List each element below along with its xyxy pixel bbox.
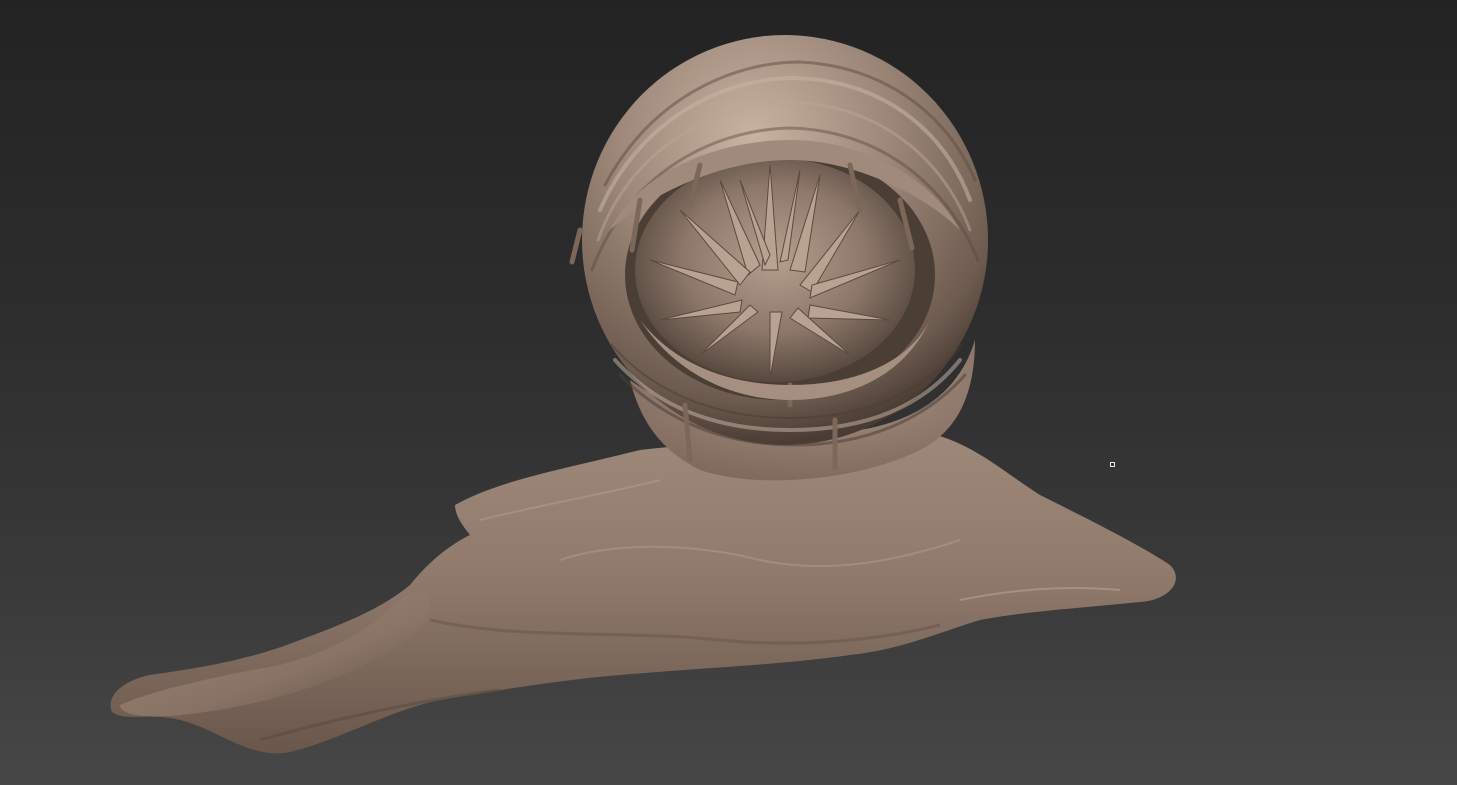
square-brush-cursor-icon [1110, 462, 1115, 467]
sculpted-model-canvas[interactable] [0, 0, 1457, 785]
sculpt-viewport[interactable] [0, 0, 1457, 785]
